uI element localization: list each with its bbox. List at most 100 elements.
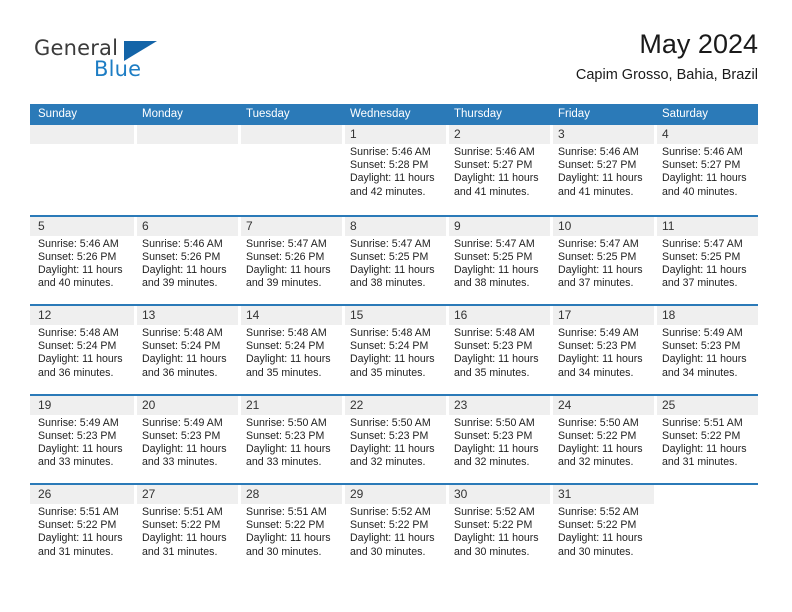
calendar-day-cell[interactable]: 6 Sunrise: 5:46 AM Sunset: 5:26 PM Daylight… <box>134 216 238 305</box>
sunrise-text: Sunrise: 5:50 AM <box>454 416 535 429</box>
sunrise-text: Sunrise: 5:49 AM <box>142 416 223 429</box>
calendar-page: General Blue May 2024 Capim Grosso, Bahi… <box>0 0 792 612</box>
calendar-day-cell[interactable]: 8 Sunrise: 5:47 AM Sunset: 5:25 PM Daylight… <box>342 216 446 305</box>
calendar-day-cell[interactable]: 21 Sunrise: 5:50 AM Sunset: 5:23 PM Dayligh… <box>238 395 342 484</box>
sunrise-text: Sunrise: 5:50 AM <box>350 416 431 429</box>
daylight-text-line2: and 32 minutes. <box>454 456 530 469</box>
column-divider <box>134 216 137 236</box>
calendar-day-cell[interactable]: 29 Sunrise: 5:52 AM Sunset: 5:22 PM Dayligh… <box>342 485 446 573</box>
calendar-day-cell[interactable]: 23 Sunrise: 5:50 AM Sunset: 5:23 PM Dayligh… <box>446 395 550 484</box>
calendar-day-cell[interactable]: 17 Sunrise: 5:49 AM Sunset: 5:23 PM Dayligh… <box>550 306 654 394</box>
daylight-text-line2: and 33 minutes. <box>246 456 322 469</box>
daylight-text-line1: Daylight: 11 hours <box>454 263 539 276</box>
column-divider <box>134 485 137 504</box>
sunset-text: Sunset: 5:24 PM <box>350 340 429 353</box>
calendar-day-cell[interactable]: 14 Sunrise: 5:48 AM Sunset: 5:24 PM Dayligh… <box>238 306 342 394</box>
column-divider <box>134 125 137 144</box>
calendar-day-cell[interactable]: 15 Sunrise: 5:48 AM Sunset: 5:24 PM Dayligh… <box>342 306 446 394</box>
daylight-text-line1: Daylight: 11 hours <box>142 532 227 545</box>
daylight-text-line1: Daylight: 11 hours <box>662 353 747 366</box>
sunset-text: Sunset: 5:24 PM <box>38 340 117 353</box>
daylight-text-line1: Daylight: 11 hours <box>38 353 123 366</box>
sunset-text: Sunset: 5:27 PM <box>558 159 637 172</box>
day-sun-info: Sunrise: 5:48 AM Sunset: 5:24 PM Daylight:… <box>142 327 234 380</box>
calendar-day-cell[interactable]: 7 Sunrise: 5:47 AM Sunset: 5:26 PM Daylight… <box>238 216 342 305</box>
column-divider <box>550 395 553 415</box>
column-divider <box>342 125 345 144</box>
sunrise-text: Sunrise: 5:48 AM <box>454 327 535 339</box>
sunrise-text: Sunrise: 5:46 AM <box>142 237 223 250</box>
daylight-text-line2: and 31 minutes. <box>142 545 218 558</box>
calendar-day-cell[interactable]: 2 Sunrise: 5:46 AM Sunset: 5:27 PM Daylight… <box>446 125 550 215</box>
calendar-day-cell[interactable]: 9 Sunrise: 5:47 AM Sunset: 5:25 PM Daylight… <box>446 216 550 305</box>
day-number: 5 <box>38 218 45 233</box>
day-sun-info: Sunrise: 5:52 AM Sunset: 5:22 PM Daylight:… <box>558 506 650 559</box>
sunset-text: Sunset: 5:27 PM <box>662 159 741 172</box>
daylight-text-line2: and 34 minutes. <box>662 366 738 379</box>
calendar-day-cell-empty <box>654 485 758 573</box>
calendar-day-cell[interactable]: 10 Sunrise: 5:47 AM Sunset: 5:25 PM Dayligh… <box>550 216 654 305</box>
calendar-day-cell[interactable]: 1 Sunrise: 5:46 AM Sunset: 5:28 PM Daylight… <box>342 125 446 215</box>
general-blue-logo[interactable]: General Blue <box>34 36 214 92</box>
calendar-day-cell[interactable]: 24 Sunrise: 5:50 AM Sunset: 5:22 PM Dayligh… <box>550 395 654 484</box>
weekday-header-saturday: Saturday <box>662 108 709 120</box>
column-divider <box>446 216 449 236</box>
calendar-week-days: 19 Sunrise: 5:49 AM Sunset: 5:23 PM Dayligh… <box>30 395 758 484</box>
calendar-day-cell[interactable]: 31 Sunrise: 5:52 AM Sunset: 5:22 PM Dayligh… <box>550 485 654 573</box>
column-divider <box>654 306 657 325</box>
day-number: 22 <box>350 397 364 412</box>
sunrise-text: Sunrise: 5:46 AM <box>454 146 535 158</box>
daylight-text-line1: Daylight: 11 hours <box>350 532 435 545</box>
daylight-text-line1: Daylight: 11 hours <box>246 532 331 545</box>
sunrise-text: Sunrise: 5:46 AM <box>38 237 119 250</box>
day-sun-info: Sunrise: 5:47 AM Sunset: 5:25 PM Daylight:… <box>558 238 650 291</box>
calendar-day-cell[interactable]: 20 Sunrise: 5:49 AM Sunset: 5:23 PM Dayligh… <box>134 395 238 484</box>
day-sun-info: Sunrise: 5:47 AM Sunset: 5:25 PM Daylight:… <box>350 238 442 291</box>
calendar-day-cell[interactable]: 12 Sunrise: 5:48 AM Sunset: 5:24 PM Dayligh… <box>30 306 134 394</box>
sunset-text: Sunset: 5:26 PM <box>38 250 117 263</box>
sunset-text: Sunset: 5:22 PM <box>558 519 637 532</box>
day-number: 24 <box>558 397 572 412</box>
column-divider <box>446 485 449 504</box>
sunrise-text: Sunrise: 5:46 AM <box>662 146 743 158</box>
calendar-day-cell[interactable]: 27 Sunrise: 5:51 AM Sunset: 5:22 PM Dayligh… <box>134 485 238 573</box>
column-divider <box>342 485 345 504</box>
calendar-day-cell[interactable]: 25 Sunrise: 5:51 AM Sunset: 5:22 PM Dayligh… <box>654 395 758 484</box>
calendar-day-cell[interactable]: 19 Sunrise: 5:49 AM Sunset: 5:23 PM Dayligh… <box>30 396 134 484</box>
calendar-day-cell[interactable]: 16 Sunrise: 5:48 AM Sunset: 5:23 PM Dayligh… <box>446 306 550 394</box>
column-divider <box>654 395 657 415</box>
day-number: 20 <box>142 397 156 412</box>
calendar-day-cell-empty <box>238 125 342 215</box>
day-sun-info: Sunrise: 5:51 AM Sunset: 5:22 PM Daylight:… <box>38 506 130 559</box>
day-number: 27 <box>142 487 156 501</box>
daylight-text-line2: and 36 minutes. <box>142 366 218 379</box>
calendar-day-cell[interactable]: 4 Sunrise: 5:46 AM Sunset: 5:27 PM Daylight… <box>654 125 758 215</box>
calendar-day-cell-empty <box>134 125 238 215</box>
calendar-day-cell[interactable]: 5 Sunrise: 5:46 AM Sunset: 5:26 PM Daylight… <box>30 217 134 305</box>
day-number: 12 <box>38 308 52 322</box>
column-divider <box>134 395 137 415</box>
daylight-text-line2: and 39 minutes. <box>246 277 322 290</box>
column-divider <box>550 306 553 325</box>
calendar-day-cell[interactable]: 18 Sunrise: 5:49 AM Sunset: 5:23 PM Dayligh… <box>654 306 758 394</box>
sunset-text: Sunset: 5:22 PM <box>142 519 221 532</box>
calendar-day-cell[interactable]: 22 Sunrise: 5:50 AM Sunset: 5:23 PM Dayligh… <box>342 395 446 484</box>
weekday-header-thursday: Thursday <box>454 108 502 120</box>
calendar-day-cell[interactable]: 30 Sunrise: 5:52 AM Sunset: 5:22 PM Dayligh… <box>446 485 550 573</box>
day-sun-info: Sunrise: 5:46 AM Sunset: 5:28 PM Daylight:… <box>350 146 442 199</box>
day-sun-info: Sunrise: 5:47 AM Sunset: 5:25 PM Daylight:… <box>662 238 754 291</box>
sunrise-text: Sunrise: 5:51 AM <box>38 506 119 518</box>
calendar-day-cell[interactable]: 26 Sunrise: 5:51 AM Sunset: 5:22 PM Dayligh… <box>30 485 134 573</box>
calendar-day-cell[interactable]: 11 Sunrise: 5:47 AM Sunset: 5:25 PM Dayligh… <box>654 216 758 305</box>
day-number: 7 <box>246 218 253 233</box>
sunset-text: Sunset: 5:22 PM <box>38 519 117 532</box>
daylight-text-line2: and 40 minutes. <box>662 185 738 198</box>
calendar-day-cell[interactable]: 3 Sunrise: 5:46 AM Sunset: 5:27 PM Daylight… <box>550 125 654 215</box>
calendar-day-cell[interactable]: 13 Sunrise: 5:48 AM Sunset: 5:24 PM Dayligh… <box>134 306 238 394</box>
day-number: 8 <box>350 218 357 233</box>
calendar-week-row: 12 Sunrise: 5:48 AM Sunset: 5:24 PM Dayligh… <box>30 304 758 394</box>
daylight-text-line1: Daylight: 11 hours <box>38 442 123 455</box>
daylight-text-line2: and 31 minutes. <box>38 545 114 558</box>
sunset-text: Sunset: 5:23 PM <box>454 340 533 353</box>
calendar-day-cell[interactable]: 28 Sunrise: 5:51 AM Sunset: 5:22 PM Dayligh… <box>238 485 342 573</box>
